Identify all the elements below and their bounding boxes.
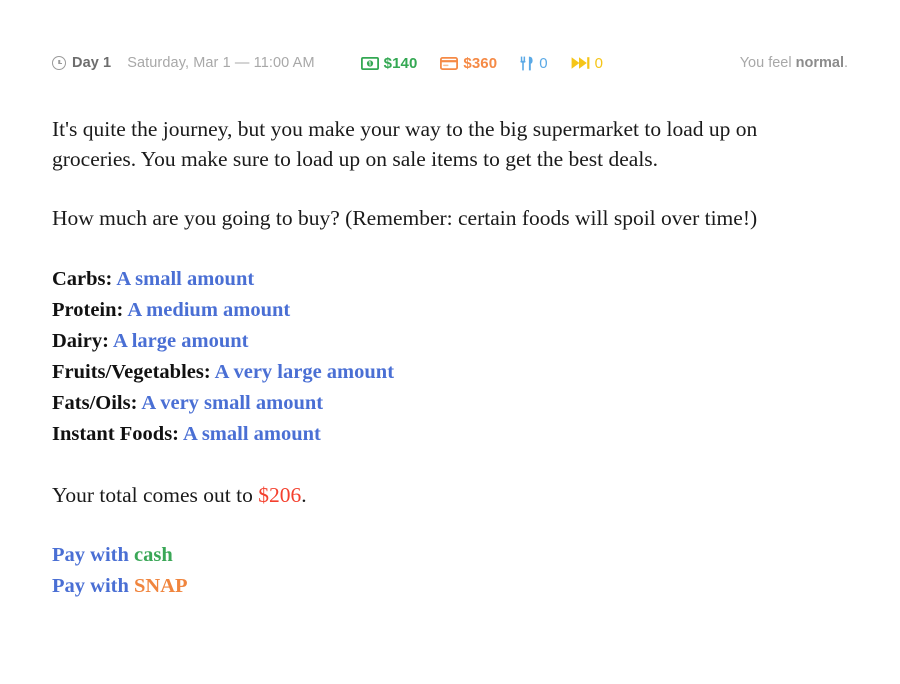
meter-cash-value: $140	[383, 54, 418, 72]
choice-value-carbs[interactable]: A small amount	[116, 268, 254, 290]
meter-food: 0	[520, 54, 548, 72]
choice-row-fruits-vegetables: Fruits/Vegetables: A very large amount	[52, 357, 848, 388]
choice-value-protein[interactable]: A medium amount	[127, 299, 290, 321]
pay-with-cash-button[interactable]: Pay with cash	[52, 540, 848, 571]
status-meters: $140 $360 0 0	[360, 54, 603, 72]
meter-card: $360	[440, 55, 497, 72]
banknote-icon	[360, 56, 379, 70]
meter-energy: 0	[571, 55, 603, 72]
fast-forward-icon	[571, 57, 590, 69]
credit-card-icon	[440, 56, 459, 70]
question-text: How much are you going to buy? (Remember…	[52, 206, 758, 230]
clock-icon	[52, 56, 66, 70]
pay-with-cash-method: cash	[134, 544, 173, 566]
feeling-prefix: You feel	[739, 55, 796, 71]
choice-label-dairy: Dairy:	[52, 330, 109, 352]
feeling-status: You feel normal.	[740, 55, 848, 71]
pay-with-snap-button[interactable]: Pay with SNAP	[52, 571, 848, 602]
meter-cash: $140	[360, 54, 418, 72]
payment-actions: Pay with cash Pay with SNAP	[52, 540, 848, 602]
total-line: Your total comes out to $206.	[52, 480, 848, 510]
choice-label-instant-foods: Instant Foods:	[52, 423, 180, 445]
choice-label-protein: Protein:	[52, 299, 124, 321]
meter-card-value: $360	[463, 54, 498, 72]
choice-row-protein: Protein: A medium amount	[52, 295, 848, 326]
narrative-text: It's quite the journey, but you make you…	[52, 117, 758, 171]
choice-label-fats-oils: Fats/Oils:	[52, 392, 138, 414]
status-bar-left: Day 1 Saturday, Mar 1 — 11:00 AM	[52, 55, 315, 71]
total-suffix: .	[301, 483, 307, 507]
choice-value-fats-oils[interactable]: A very small amount	[141, 392, 323, 414]
choice-value-dairy[interactable]: A large amount	[113, 330, 249, 352]
date-label: Saturday, Mar 1 — 11:00 AM	[127, 55, 315, 71]
status-bar: Day 1 Saturday, Mar 1 — 11:00 AM $140 $3…	[52, 46, 848, 80]
pay-with-snap-method: SNAP	[134, 575, 188, 597]
choice-row-carbs: Carbs: A small amount	[52, 264, 848, 295]
choice-row-instant-foods: Instant Foods: A small amount	[52, 419, 848, 450]
choice-value-fruits-vegetables[interactable]: A very large amount	[215, 361, 394, 383]
choice-label-carbs: Carbs:	[52, 268, 113, 290]
feeling-suffix: .	[843, 55, 848, 71]
choice-label-fruits-vegetables: Fruits/Vegetables:	[52, 361, 211, 383]
total-amount: $206	[258, 483, 302, 507]
choice-row-fats-oils: Fats/Oils: A very small amount	[52, 388, 848, 419]
pay-with-cash-prefix: Pay with	[52, 544, 134, 566]
fork-knife-icon	[520, 56, 533, 70]
choice-row-dairy: Dairy: A large amount	[52, 326, 848, 357]
pay-with-snap-prefix: Pay with	[52, 575, 134, 597]
feeling-value: normal	[795, 55, 844, 71]
day-indicator: Day 1	[52, 55, 111, 71]
total-prefix: Your total comes out to	[52, 483, 259, 507]
meter-energy-value: 0	[594, 54, 604, 72]
day-label: Day 1	[72, 55, 112, 71]
purchase-choices: Carbs: A small amount Protein: A medium …	[52, 264, 848, 450]
meter-food-value: 0	[539, 54, 548, 72]
choice-value-instant-foods[interactable]: A small amount	[183, 423, 321, 445]
game-screen: Day 1 Saturday, Mar 1 — 11:00 AM $140 $3…	[0, 46, 900, 684]
